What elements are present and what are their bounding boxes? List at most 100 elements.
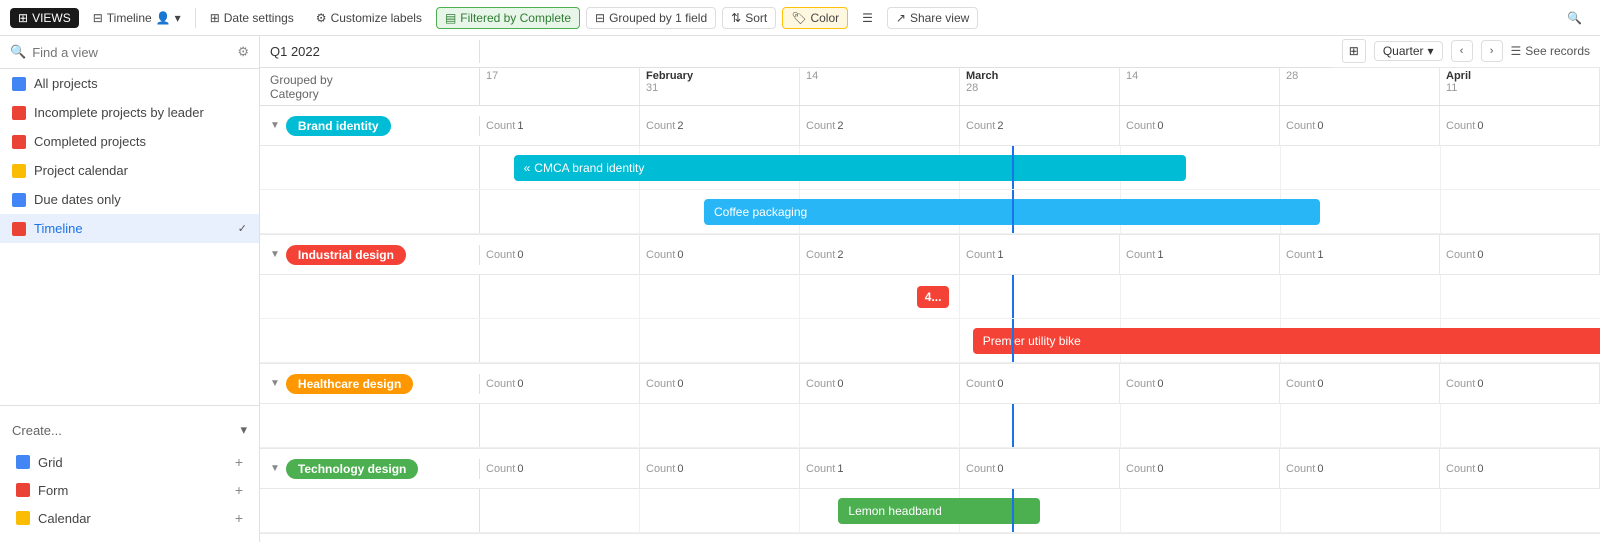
brand-identity-badge[interactable]: Brand identity (286, 116, 391, 136)
group-label-brand: ▼ Brand identity (260, 116, 480, 136)
color-button[interactable]: 🏷 Color (782, 7, 848, 29)
views-button[interactable]: ⊞ VIEWS (10, 8, 79, 28)
sidebar-item-incomplete[interactable]: Incomplete projects by leader (0, 98, 259, 127)
count-cell: Count1 (480, 106, 640, 146)
industrial-badge[interactable]: Industrial design (286, 245, 406, 265)
date-text: 14 (1126, 70, 1138, 82)
timeline-tab[interactable]: ⊟ Timeline 👤 ▾ (85, 8, 189, 28)
create-grid[interactable]: Grid + (12, 448, 247, 476)
date-col-mar28: 28 (1280, 68, 1440, 105)
see-records-button[interactable]: ☰ See records (1511, 44, 1590, 58)
sort-button[interactable]: ⇅ Sort (722, 7, 776, 29)
create-header[interactable]: Create... ▾ (12, 416, 247, 444)
grouped-button[interactable]: ⊟ Grouped by 1 field (586, 7, 716, 29)
color-icon: 🏷 (791, 11, 806, 25)
density-button[interactable]: ☰ (854, 8, 881, 28)
q1-text: Q1 2022 (270, 44, 320, 59)
collapse-icon[interactable]: ▼ (270, 249, 280, 260)
date-text: 28 (1286, 70, 1298, 82)
quarter-selector[interactable]: Quarter ▾ (1374, 41, 1443, 61)
today-line (1012, 404, 1014, 447)
filter-icon: ▤ (445, 11, 456, 25)
count-cell: Count2 (800, 106, 960, 146)
collapse-icon[interactable]: ▼ (270, 378, 280, 389)
count-cell: Count1 (1120, 235, 1280, 275)
collapse-icon[interactable]: ▼ (270, 120, 280, 131)
share-label: Share view (910, 11, 969, 25)
list-icon (12, 135, 26, 149)
cmca-bar[interactable]: « CMCA brand identity (514, 155, 1186, 181)
date-col-17: 17 (480, 68, 640, 105)
group-label-industrial: ▼ Industrial design (260, 245, 480, 265)
bar-row-lemon: Lemon headband (260, 489, 1600, 533)
count-cell: Count0 (960, 449, 1120, 489)
sidebar-item-timeline[interactable]: Timeline ✓ (0, 214, 259, 243)
sidebar-item-label: Timeline (34, 221, 83, 236)
sidebar-item-due-dates[interactable]: Due dates only (0, 185, 259, 214)
list-icon (12, 106, 26, 120)
create-form[interactable]: Form + (12, 476, 247, 504)
timeline-label: Timeline (107, 11, 152, 25)
list-icon: ☰ (1511, 44, 1522, 58)
sidebar-item-calendar[interactable]: Project calendar (0, 156, 259, 185)
divider (195, 8, 196, 28)
count-cell: Count0 (640, 449, 800, 489)
grid-view-button[interactable]: ⊞ (1342, 39, 1366, 63)
count-cell: Count0 (960, 364, 1120, 404)
count-cell: Count0 (1120, 449, 1280, 489)
timeline-icon: ⊟ (93, 11, 103, 25)
date-text: 17 (486, 70, 498, 82)
coffee-bar[interactable]: Coffee packaging (704, 199, 1320, 225)
next-arrow[interactable]: › (1481, 40, 1503, 62)
prev-arrow[interactable]: ‹ (1451, 40, 1473, 62)
overlap-badge[interactable]: 4... (917, 286, 950, 308)
count-cells-brand: Count1 Count2 Count2 Count2 Count0 Count… (480, 106, 1600, 146)
chevron-down-icon: ▾ (240, 422, 247, 438)
search-button[interactable]: 🔍 (1559, 8, 1590, 28)
quarter-label: Quarter (1383, 44, 1424, 58)
search-input[interactable] (32, 45, 231, 60)
bar-canvas-coffee: Coffee packaging (480, 190, 1600, 233)
filtered-button[interactable]: ▤ Filtered by Complete (436, 7, 580, 29)
main-layout: 🔍 ⚙ All projects Incomplete projects by … (0, 36, 1600, 542)
grouped-by-label: Grouped by Category (260, 68, 480, 105)
healthcare-badge[interactable]: Healthcare design (286, 374, 413, 394)
create-option-label: Grid (38, 455, 63, 470)
count-cell: Count0 (1280, 106, 1440, 146)
share-icon: ↗ (896, 11, 906, 25)
customize-labels-button[interactable]: ⚙ Customize labels (308, 8, 430, 28)
month-name: February (646, 70, 693, 82)
share-button[interactable]: ↗ Share view (887, 7, 978, 29)
group-header-technology: ▼ Technology design Count0 Count0 Count1… (260, 449, 1600, 489)
bar-label: Coffee packaging (714, 205, 807, 219)
premier-bar[interactable]: Premier utility bike (973, 328, 1600, 354)
settings-icon[interactable]: ⚙ (237, 44, 249, 60)
bar-row-coffee: Coffee packaging (260, 190, 1600, 234)
bar-label: CMCA brand identity (534, 161, 644, 175)
technology-badge[interactable]: Technology design (286, 459, 418, 479)
count-cells-healthcare: Count0 Count0 Count0 Count0 Count0 Count… (480, 364, 1600, 404)
content-area: ▼ Brand identity Count1 Count2 Count2 Co… (260, 106, 1600, 542)
users-icon: 👤 (156, 11, 171, 25)
toolbar: ⊞ VIEWS ⊟ Timeline 👤 ▾ ⊞ Date settings ⚙… (0, 0, 1600, 36)
date-col-mar14: 14 (1120, 68, 1280, 105)
customize-icon: ⚙ (316, 11, 327, 25)
collapse-icon[interactable]: ▼ (270, 463, 280, 474)
sidebar-item-all-projects[interactable]: All projects (0, 69, 259, 98)
create-calendar[interactable]: Calendar + (12, 504, 247, 532)
sort-label: Sort (745, 11, 767, 25)
sidebar-item-completed[interactable]: Completed projects (0, 127, 259, 156)
bar-label-premier (260, 319, 480, 362)
date-settings-button[interactable]: ⊞ Date settings (202, 8, 302, 28)
q1-label: Q1 2022 (260, 40, 480, 63)
customize-labels-label: Customize labels (331, 11, 422, 25)
date-col-feb: February 31 (640, 68, 800, 105)
date-settings-label: Date settings (224, 11, 294, 25)
count-cell: Count0 (480, 235, 640, 275)
bar-label-lemon (260, 489, 480, 532)
count-cell: Count0 (1440, 364, 1600, 404)
lemon-bar[interactable]: Lemon headband (838, 498, 1040, 524)
count-cell: Count2 (960, 106, 1120, 146)
count-cell: Count0 (1280, 364, 1440, 404)
bar-canvas-healthcare (480, 404, 1600, 447)
